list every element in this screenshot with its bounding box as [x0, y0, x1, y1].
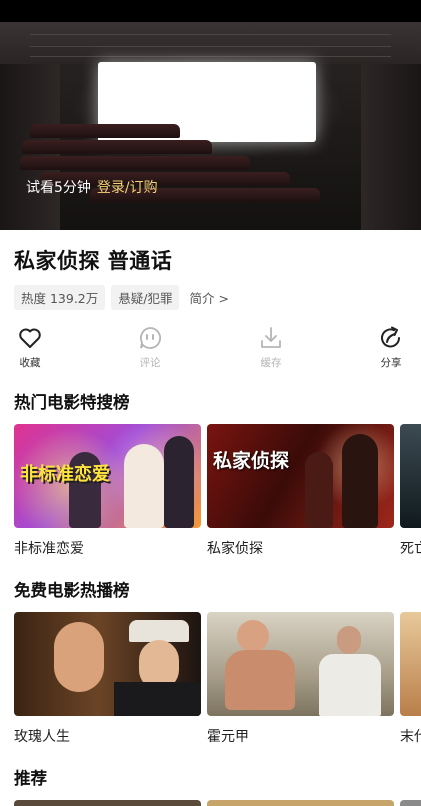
action-bar: 收藏 评论 缓存 分享	[0, 325, 421, 375]
trial-text: 试看5分钟	[26, 180, 91, 196]
genre-badge: 悬疑/犯罪	[111, 285, 180, 310]
poster-image	[400, 612, 421, 716]
poster-row: 玫瑰人生 霍元甲 末代	[14, 612, 421, 752]
movie-card[interactable]: 玫瑰人生	[14, 612, 201, 746]
movie-name: 霍元甲	[207, 729, 249, 745]
favorite-label: 收藏	[19, 357, 41, 369]
poster-image: 私家侦探	[207, 424, 394, 528]
intro-link[interactable]: 简介 >	[189, 288, 228, 307]
heat-badge: 热度 139.2万	[14, 285, 106, 310]
movie-card[interactable]: 末代	[400, 612, 421, 746]
recommend-card[interactable]	[400, 800, 421, 806]
share-button[interactable]: 分享	[361, 325, 421, 370]
section-title: 推荐	[14, 769, 47, 788]
cinema-thumbnail	[0, 22, 421, 230]
seat-row	[22, 140, 212, 154]
login-subscribe-link[interactable]: 登录/订购	[97, 180, 158, 196]
poster-image: 非标准恋爱	[14, 424, 201, 528]
section-title: 热门电影特搜榜	[14, 393, 130, 412]
section-title: 免费电影热播榜	[14, 581, 130, 600]
movie-card[interactable]: 私家侦探 私家侦探	[207, 424, 394, 558]
recommend-card[interactable]	[14, 800, 201, 806]
theater-wall-right	[361, 64, 421, 230]
movie-name: 玫瑰人生	[14, 729, 70, 745]
recommend-row	[14, 800, 421, 806]
movie-card[interactable]: 死亡	[400, 424, 421, 558]
trial-notice: 试看5分钟 登录/订购	[26, 177, 158, 197]
poster-image	[14, 612, 201, 716]
movie-name: 末代	[400, 729, 421, 745]
comment-button[interactable]: 评论	[120, 325, 180, 370]
poster-image	[207, 612, 394, 716]
poster-image	[400, 424, 421, 528]
movie-tags: 热度 139.2万 悬疑/犯罪 简介 >	[14, 285, 229, 310]
share-icon	[381, 326, 400, 348]
movie-name: 私家侦探	[207, 541, 263, 557]
download-icon	[261, 327, 281, 348]
poster-row: 非标准恋爱 非标准恋爱 私家侦探 私家侦探 死亡	[14, 424, 421, 564]
seat-row	[20, 156, 250, 170]
recommend-card[interactable]	[207, 800, 394, 806]
movie-card[interactable]: 霍元甲	[207, 612, 394, 746]
download-label: 缓存	[260, 357, 282, 369]
poster-title: 非标准恋爱	[20, 464, 110, 485]
comment-icon	[140, 327, 162, 349]
movie-name: 非标准恋爱	[14, 541, 84, 557]
video-player[interactable]: 试看5分钟 登录/订购	[0, 0, 421, 230]
download-button[interactable]: 缓存	[241, 325, 301, 370]
poster-title: 私家侦探	[213, 450, 290, 472]
heart-icon	[19, 328, 41, 348]
movie-title: 私家侦探 普通话	[14, 249, 173, 273]
favorite-button[interactable]: 收藏	[0, 325, 60, 370]
seat-row	[30, 124, 180, 138]
share-label: 分享	[380, 357, 402, 369]
comment-label: 评论	[139, 357, 161, 369]
movie-card[interactable]: 非标准恋爱 非标准恋爱	[14, 424, 201, 558]
movie-name: 死亡	[400, 541, 421, 557]
